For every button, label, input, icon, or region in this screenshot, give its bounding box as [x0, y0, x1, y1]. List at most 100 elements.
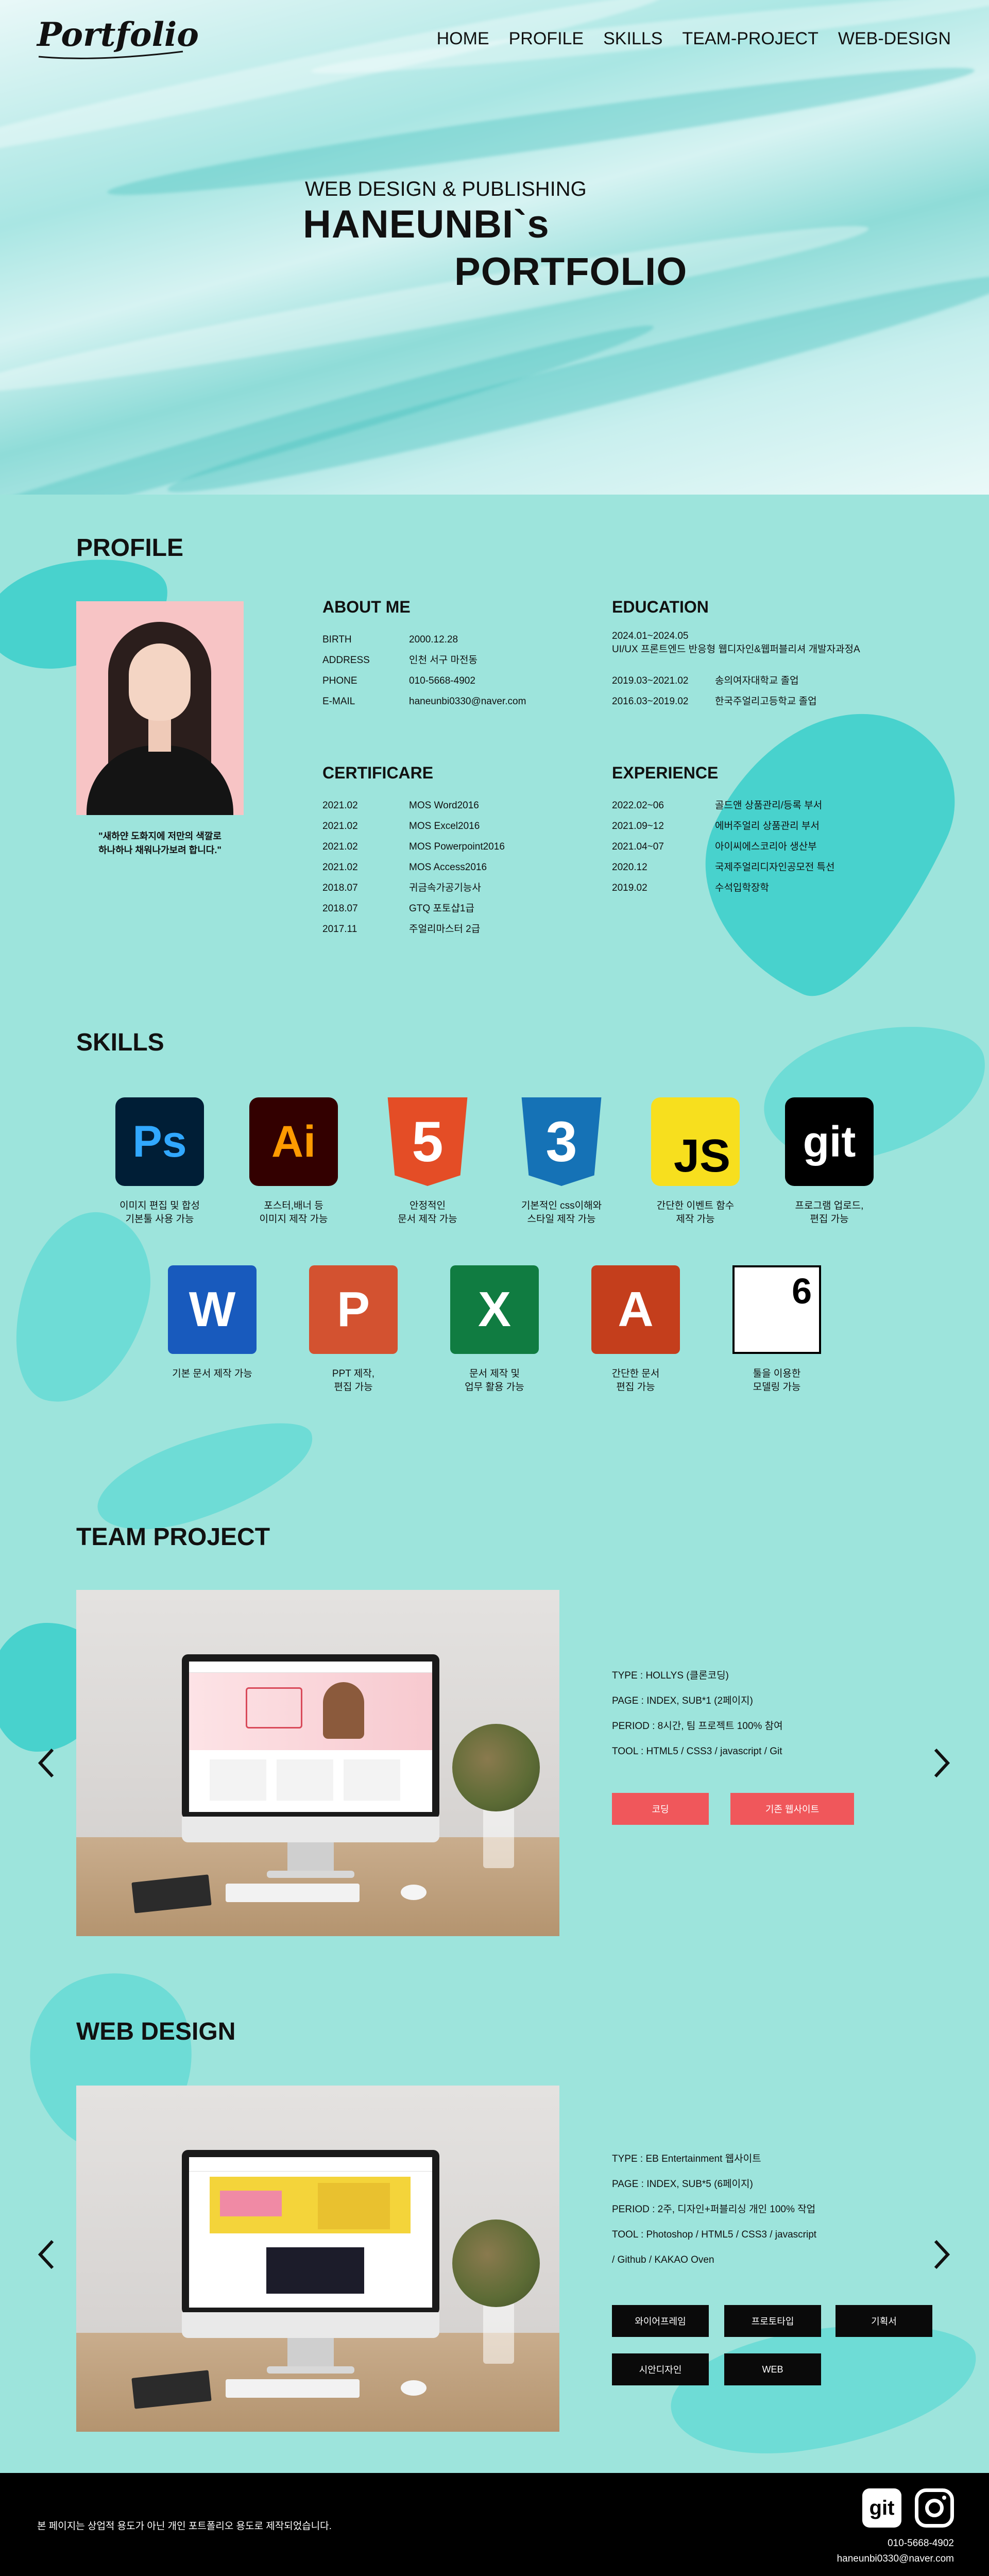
footer-note: 본 페이지는 상업적 용도가 아닌 개인 포트폴리오 용도로 제작되었습니다. — [37, 2521, 332, 2532]
nav-skills[interactable]: SKILLS — [603, 29, 662, 49]
certificate-row: 2018.07 GTQ 포토샵1급 — [322, 899, 505, 919]
main-nav: HOME PROFILE SKILLS TEAM-PROJECT WEB-DES… — [437, 29, 951, 49]
certificate-name: GTQ 포토샵1급 — [409, 903, 474, 914]
experience-desc: 에버주얼리 상품관리 부서 — [715, 821, 820, 832]
web-prev-arrow[interactable] — [36, 2239, 57, 2270]
about-list: BIRTH 2000.12.28 ADDRESS 인천 서구 마전동 PHONE 01… — [322, 630, 526, 712]
certificate-date: 2021.02 — [322, 862, 358, 873]
about-key: BIRTH — [322, 634, 352, 645]
nav-team-project[interactable]: TEAM-PROJECT — [682, 29, 818, 49]
skill-word: W 기본 문서 제작 가능 — [150, 1265, 274, 1381]
skill-caption: 이미지 제작 가능 — [259, 1214, 328, 1225]
skill-caption: 프로그램 업로드, — [795, 1200, 864, 1211]
project-tool: TOOL : HTML5 / CSS3 / javascript / Git — [612, 1746, 782, 1757]
experience-date: 2021.09~12 — [612, 821, 664, 832]
about-row: ADDRESS 인천 서구 마전동 — [322, 650, 526, 671]
nav-profile[interactable]: PROFILE — [509, 29, 584, 49]
experience-desc: 국제주얼리디자인공모전 특선 — [715, 862, 835, 873]
quote-line: 하나하나 채워나가보려 합니다." — [98, 845, 221, 855]
skill-caption: 기본툴 사용 가능 — [125, 1214, 194, 1225]
education-row: 2016.03~2019.02 한국주얼리고등학교 졸업 — [612, 691, 817, 712]
about-key: E-MAIL — [322, 696, 355, 707]
illustrator-icon: Ai — [249, 1097, 338, 1186]
instagram-icon[interactable] — [915, 2488, 954, 2528]
about-value: haneunbi0330@naver.com — [409, 696, 526, 707]
hero-title-line1: HANEUNBI`s — [303, 202, 550, 246]
skill-caption: 모델링 가능 — [753, 1382, 801, 1393]
skill-caption: 업무 활용 가능 — [465, 1382, 524, 1393]
skill-css3: 3 기본적인 css이해와 스타일 제작 가능 — [500, 1097, 623, 1226]
certificate-name: 귀금속가공기능사 — [409, 883, 481, 893]
javascript-icon: JS — [651, 1097, 740, 1186]
web-button[interactable]: WEB — [724, 2353, 821, 2385]
team-next-arrow[interactable] — [931, 1748, 952, 1778]
planning-doc-button[interactable]: 기획서 — [835, 2305, 932, 2337]
skill-excel: X 문서 제작 및업무 활용 가능 — [433, 1265, 556, 1394]
project-page: PAGE : INDEX, SUB*5 (6페이지) — [612, 2179, 753, 2190]
experience-title: EXPERIENCE — [612, 764, 719, 782]
original-website-button[interactable]: 기존 웹사이트 — [730, 1793, 854, 1825]
certificate-name: MOS Excel2016 — [409, 821, 480, 832]
education-value: 한국주얼리고등학교 졸업 — [715, 696, 817, 707]
skill-rhino: 6 툴을 이용한모델링 가능 — [715, 1265, 839, 1394]
team-prev-arrow[interactable] — [36, 1748, 57, 1778]
team-project-info: TYPE : HOLLYS (클론코딩) PAGE : INDEX, SUB*1… — [612, 1663, 783, 1764]
experience-row: 2020.12 국제주얼리디자인공모전 특선 — [612, 857, 835, 878]
project-page: PAGE : INDEX, SUB*1 (2페이지) — [612, 1696, 753, 1706]
about-value: 인천 서구 마전동 — [409, 655, 478, 666]
skill-caption: 편집 가능 — [810, 1214, 849, 1225]
skill-caption: 편집 가능 — [334, 1382, 373, 1393]
footer-phone: 010-5668-4902 — [888, 2538, 954, 2549]
project-type: TYPE : EB Entertainment 웹사이트 — [612, 2154, 761, 2164]
experience-row: 2022.02~06 골드앤 상품관리/등록 부서 — [612, 795, 835, 816]
skill-caption: 이미지 편집 및 합성 — [120, 1200, 200, 1211]
profile-photo — [76, 601, 244, 815]
html5-icon: 5 — [387, 1097, 468, 1186]
certificate-date: 2018.07 — [322, 883, 358, 893]
logo-swoosh — [38, 50, 183, 59]
web-next-arrow[interactable] — [931, 2239, 952, 2270]
experience-date: 2022.02~06 — [612, 800, 664, 811]
profile-title: PROFILE — [76, 534, 184, 562]
chevron-right-icon — [934, 2240, 950, 2269]
skill-caption: 간단한 문서 — [611, 1368, 660, 1379]
footer-email[interactable]: haneunbi0330@naver.com — [837, 2553, 954, 2565]
skill-powerpoint: P PPT 제작, 편집 가능 — [292, 1265, 415, 1394]
skill-caption: PPT 제작, — [332, 1368, 375, 1379]
certificate-date: 2021.02 — [322, 800, 358, 811]
skill-caption: 문서 제작 및 — [469, 1368, 520, 1379]
certificate-row: 2021.02 MOS Powerpoint2016 — [322, 837, 505, 857]
skills-title: SKILLS — [76, 1029, 164, 1056]
team-project-screenshot[interactable] — [76, 1590, 559, 1936]
web-design-screenshot[interactable] — [76, 2086, 559, 2432]
education-date: 2024.01~2024.05 — [612, 631, 689, 641]
wireframe-button[interactable]: 와이어프레임 — [612, 2305, 709, 2337]
education-key: 2016.03~2019.02 — [612, 696, 689, 707]
rhino-icon: 6 — [732, 1265, 821, 1354]
coding-button[interactable]: 코딩 — [612, 1793, 709, 1825]
git-icon: git — [785, 1097, 874, 1186]
skill-photoshop: Ps 이미지 편집 및 합성 기본툴 사용 가능 — [98, 1097, 221, 1226]
nav-home[interactable]: HOME — [437, 29, 489, 49]
experience-row: 2019.02 수석입학장학 — [612, 878, 835, 899]
skill-caption: 스타일 제작 가능 — [527, 1214, 596, 1225]
excel-icon: X — [450, 1265, 539, 1354]
chevron-left-icon — [38, 2240, 54, 2269]
team-project-title: TEAM PROJECT — [76, 1523, 270, 1551]
certificate-row: 2021.02 MOS Excel2016 — [322, 816, 505, 837]
web-design-info: TYPE : EB Entertainment 웹사이트 PAGE : INDE… — [612, 2146, 816, 2273]
skill-caption: 툴을 이용한 — [753, 1368, 801, 1379]
design-draft-button[interactable]: 시안디자인 — [612, 2353, 709, 2385]
certificate-row: 2018.07 귀금속가공기능사 — [322, 878, 505, 899]
skill-illustrator: Ai 포스터,배너 등 이미지 제작 가능 — [232, 1097, 355, 1226]
logo[interactable]: Portfolio — [37, 15, 199, 54]
skill-javascript: JS 간단한 이벤트 함수 제작 가능 — [634, 1097, 757, 1226]
about-key: PHONE — [322, 675, 357, 686]
skill-caption: 문서 제작 가능 — [398, 1214, 457, 1225]
paint-blob — [662, 2308, 986, 2468]
prototype-button[interactable]: 프로토타입 — [724, 2305, 821, 2337]
certificate-name: MOS Word2016 — [409, 800, 479, 811]
powerpoint-icon: P — [309, 1265, 398, 1354]
nav-web-design[interactable]: WEB-DESIGN — [838, 29, 951, 49]
github-link-icon[interactable]: git — [862, 2488, 901, 2528]
